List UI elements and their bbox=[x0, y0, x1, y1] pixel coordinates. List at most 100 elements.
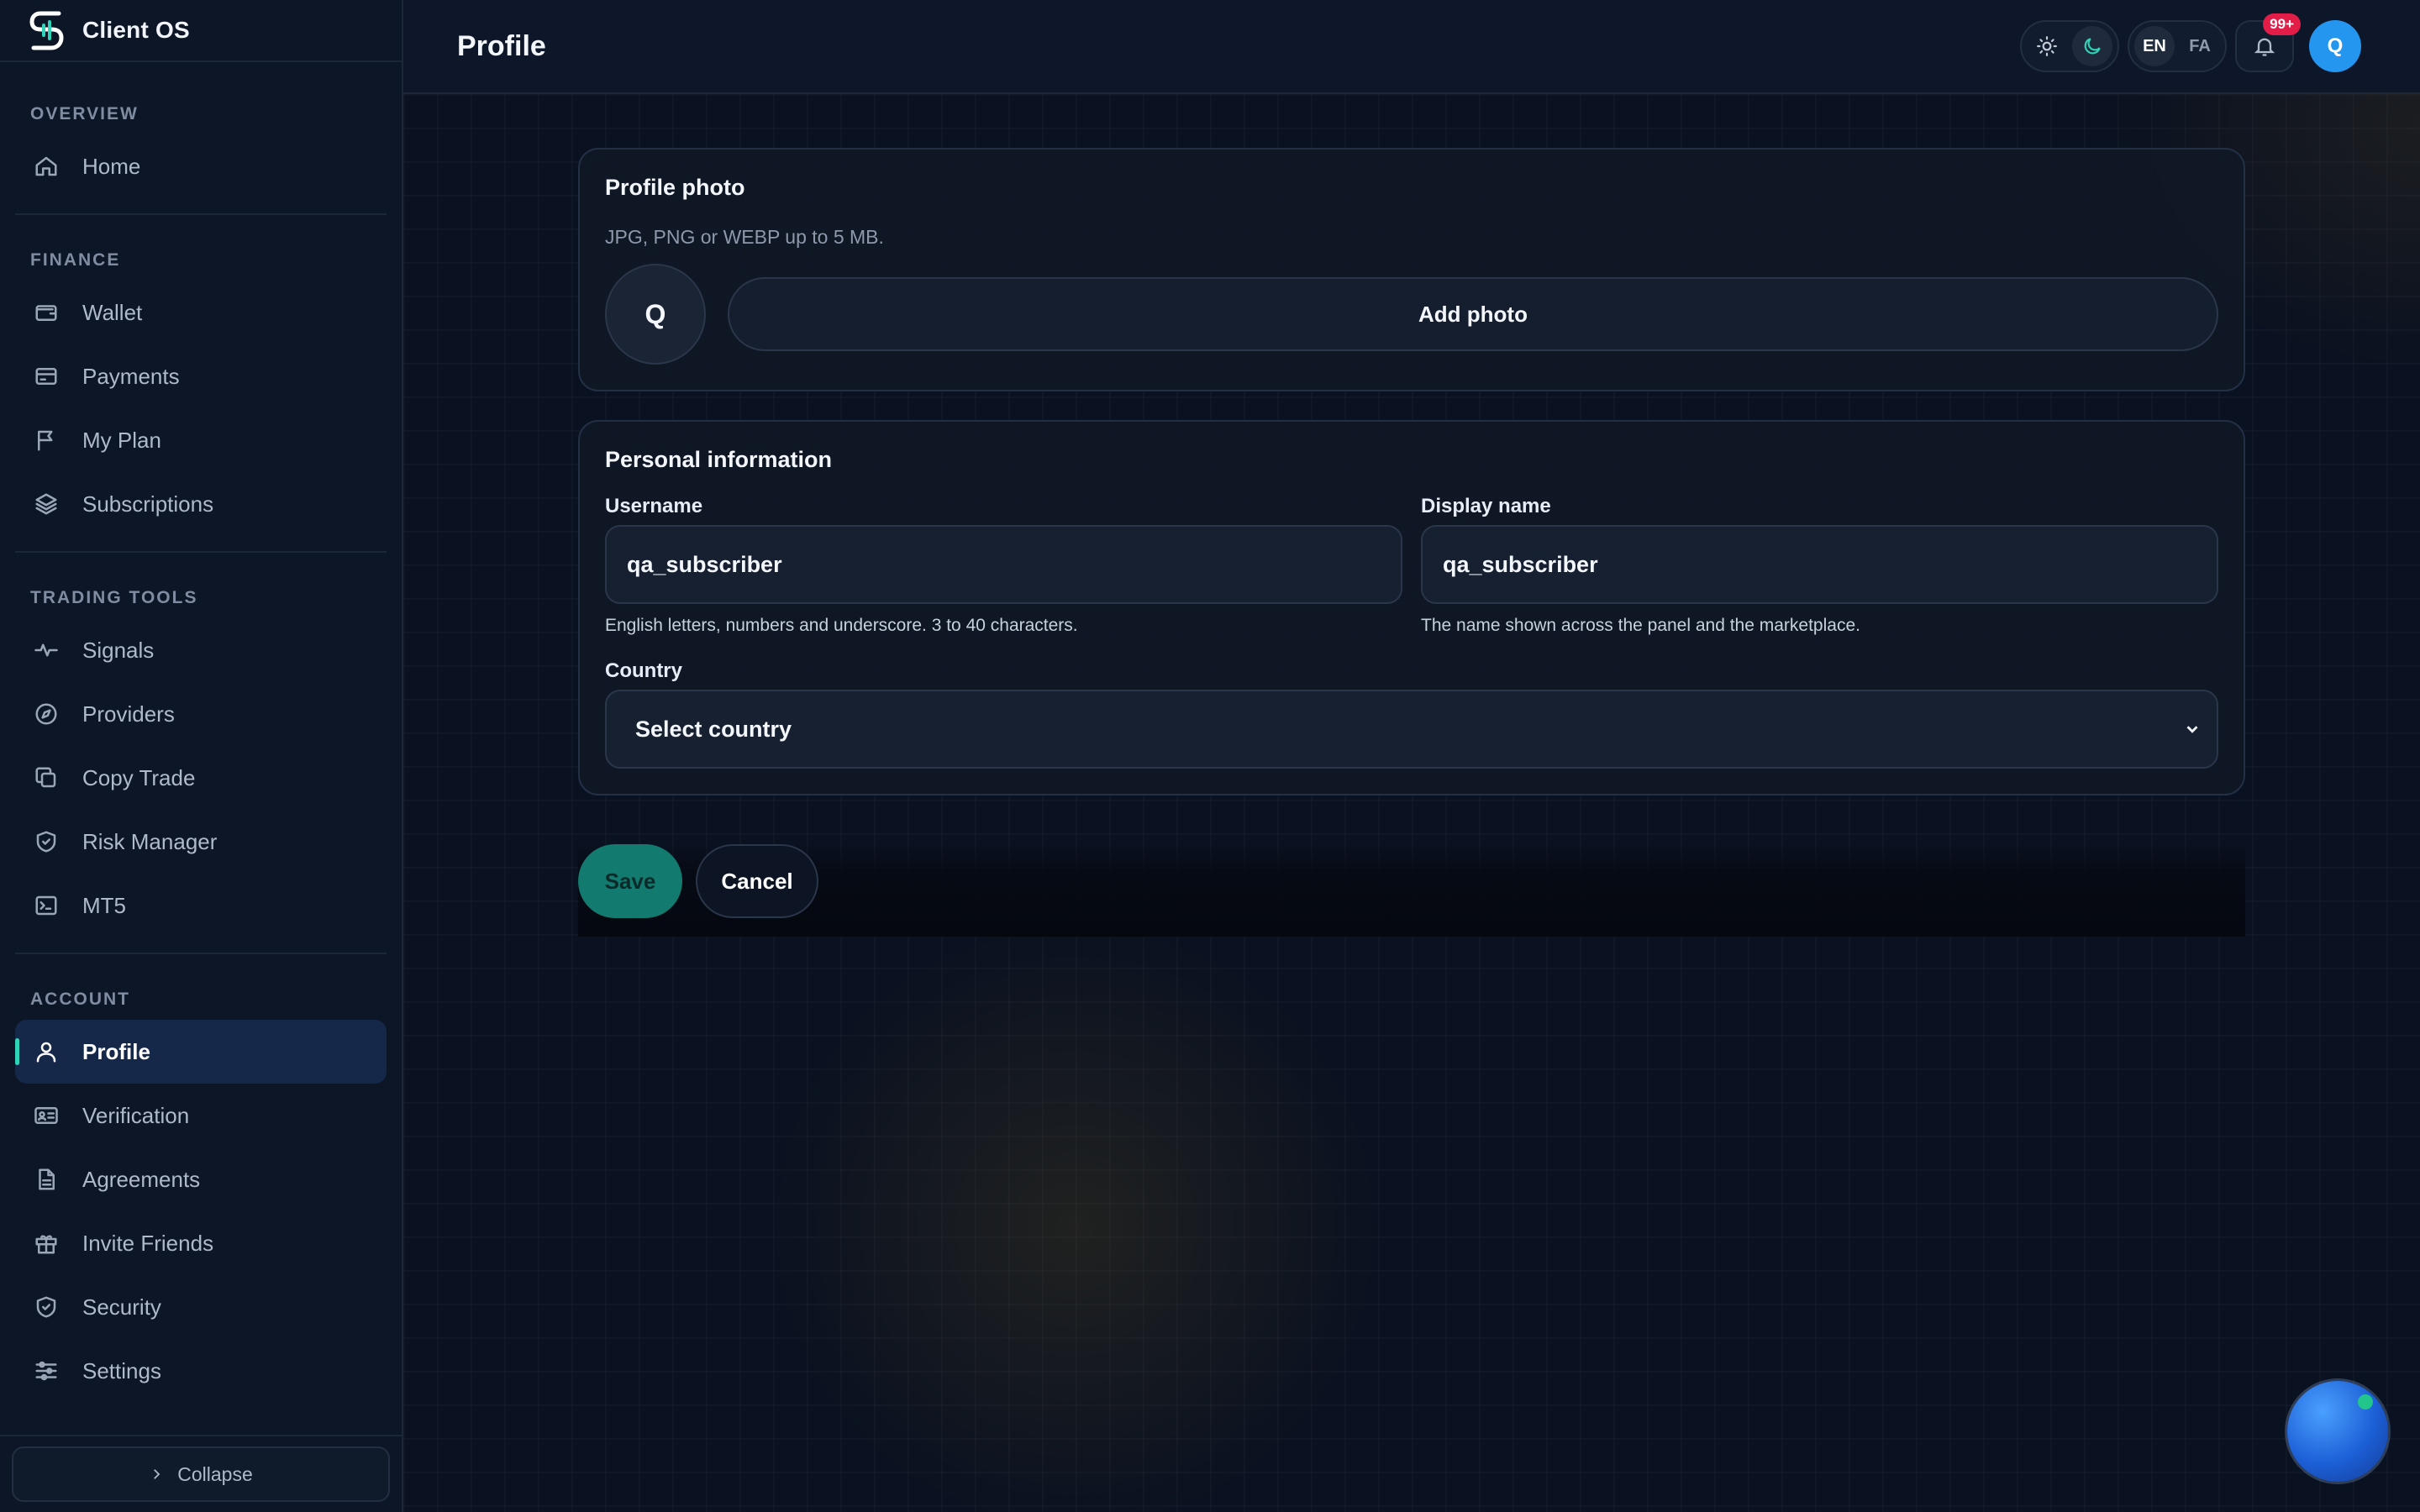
chevron-right-icon bbox=[154, 1469, 160, 1479]
sidebar-item-label: Settings bbox=[82, 1357, 161, 1383]
main-area: Profile EN FA 99+ Q Profile photo JPG, P… bbox=[403, 0, 2420, 1512]
lang-en-button[interactable]: EN bbox=[2134, 26, 2175, 66]
username-field-group: Username qa_subscriber English letters, … bbox=[605, 495, 1402, 636]
personal-info-title: Personal information bbox=[605, 447, 833, 472]
nav-section-account: ACCOUNT Profile Verification Agreements … bbox=[15, 971, 387, 1418]
sidebar-item-label: Profile bbox=[82, 1038, 150, 1064]
topbar: Profile EN FA 99+ Q bbox=[403, 0, 2420, 94]
gift-icon bbox=[32, 1229, 60, 1257]
username-hint: English letters, numbers and underscore.… bbox=[605, 616, 1078, 635]
home-icon bbox=[32, 152, 60, 181]
sidebar-item-label: MT5 bbox=[82, 892, 126, 918]
app-root: Client OS OVERVIEW Home FINANCE Wallet P… bbox=[0, 0, 2420, 1512]
sliders-icon bbox=[32, 1357, 60, 1385]
user-avatar-button[interactable]: Q bbox=[2309, 20, 2361, 72]
compass-icon bbox=[32, 700, 60, 728]
country-select-value: Select country bbox=[635, 716, 792, 742]
brand-logo-icon bbox=[29, 11, 64, 50]
wallet-icon bbox=[32, 298, 60, 327]
sidebar-item-risk-manager[interactable]: Risk Manager bbox=[15, 810, 387, 874]
nav-heading: ACCOUNT bbox=[30, 990, 130, 1009]
form-actions: Save Cancel bbox=[578, 844, 2245, 937]
sidebar-item-security[interactable]: Security bbox=[15, 1275, 387, 1339]
sidebar-item-label: Payments bbox=[82, 363, 180, 389]
profile-photo-subtitle: JPG, PNG or WEBP up to 5 MB. bbox=[605, 226, 884, 248]
collapse-button[interactable]: Collapse bbox=[12, 1446, 390, 1502]
country-select[interactable]: Select country bbox=[605, 690, 2218, 769]
top-actions: EN FA 99+ Q bbox=[2020, 13, 2361, 72]
cancel-button[interactable]: Cancel bbox=[696, 844, 818, 918]
display-name-label: Display name bbox=[1421, 495, 1551, 517]
sidebar-item-label: My Plan bbox=[82, 427, 161, 453]
language-toggle: EN FA bbox=[2128, 20, 2227, 72]
brand-name: Client OS bbox=[82, 17, 190, 43]
sidebar: Client OS OVERVIEW Home FINANCE Wallet P… bbox=[0, 0, 403, 1512]
moon-icon bbox=[2084, 38, 2101, 55]
sidebar-item-label: Risk Manager bbox=[82, 828, 218, 854]
photo-row: Q Add photo bbox=[605, 264, 2218, 365]
avatar: Q bbox=[605, 264, 706, 365]
username-input[interactable]: qa_subscriber bbox=[605, 525, 1402, 604]
sidebar-item-settings[interactable]: Settings bbox=[15, 1339, 387, 1403]
name-fields-row: Username qa_subscriber English letters, … bbox=[605, 495, 2218, 636]
display-name-hint: The name shown across the panel and the … bbox=[1421, 616, 1860, 635]
globe-assistant-button[interactable] bbox=[2287, 1381, 2388, 1482]
credit-card-icon bbox=[32, 362, 60, 391]
nav-section-trading-tools: TRADING TOOLS Signals Providers Copy Tra… bbox=[15, 570, 387, 954]
copy-icon bbox=[32, 764, 60, 792]
sidebar-item-label: Wallet bbox=[82, 299, 143, 325]
sidebar-item-invite-friends[interactable]: Invite Friends bbox=[15, 1211, 387, 1275]
sidebar-nav: OVERVIEW Home FINANCE Wallet Payments My… bbox=[0, 62, 402, 1435]
flag-icon bbox=[32, 426, 60, 454]
user-icon bbox=[32, 1037, 60, 1066]
nav-section-overview: OVERVIEW Home bbox=[15, 86, 387, 215]
theme-toggle bbox=[2020, 20, 2119, 72]
sidebar-item-payments[interactable]: Payments bbox=[15, 344, 387, 408]
sidebar-item-home[interactable]: Home bbox=[15, 134, 387, 198]
nav-heading: OVERVIEW bbox=[30, 104, 139, 123]
terminal-icon bbox=[32, 891, 60, 920]
sidebar-item-label: Security bbox=[82, 1294, 161, 1320]
sidebar-item-label: Subscriptions bbox=[82, 491, 214, 517]
display-name-field-group: Display name qa_subscriber The name show… bbox=[1421, 495, 2218, 636]
sidebar-item-mt5[interactable]: MT5 bbox=[15, 874, 387, 937]
profile-photo-title: Profile photo bbox=[605, 175, 745, 200]
sidebar-item-label: Invite Friends bbox=[82, 1230, 214, 1256]
sidebar-item-copy-trade[interactable]: Copy Trade bbox=[15, 746, 387, 810]
sun-icon bbox=[2037, 36, 2057, 56]
sidebar-item-label: Verification bbox=[82, 1102, 190, 1128]
sidebar-item-label: Providers bbox=[82, 701, 175, 727]
brand[interactable]: Client OS bbox=[0, 0, 402, 62]
display-name-input[interactable]: qa_subscriber bbox=[1421, 525, 2218, 604]
chevron-down-icon bbox=[2186, 726, 2198, 733]
sidebar-item-verification[interactable]: Verification bbox=[15, 1084, 387, 1147]
sidebar-item-providers[interactable]: Providers bbox=[15, 682, 387, 746]
document-icon bbox=[32, 1165, 60, 1194]
save-button[interactable]: Save bbox=[578, 844, 682, 918]
sidebar-item-wallet[interactable]: Wallet bbox=[15, 281, 387, 344]
collapse-area: Collapse bbox=[0, 1435, 402, 1512]
shield-check-icon bbox=[32, 827, 60, 856]
bell-icon bbox=[2254, 38, 2275, 56]
notifications-button[interactable]: 99+ bbox=[2235, 13, 2301, 72]
sidebar-item-label: Home bbox=[82, 153, 141, 179]
sidebar-item-my-plan[interactable]: My Plan bbox=[15, 408, 387, 472]
sidebar-item-profile[interactable]: Profile bbox=[15, 1020, 387, 1084]
nav-heading: FINANCE bbox=[30, 250, 121, 270]
lang-fa-button[interactable]: FA bbox=[2180, 26, 2220, 66]
sidebar-item-label: Agreements bbox=[82, 1166, 201, 1192]
light-theme-button[interactable] bbox=[2027, 26, 2067, 66]
sidebar-item-agreements[interactable]: Agreements bbox=[15, 1147, 387, 1211]
add-photo-button[interactable]: Add photo bbox=[728, 277, 2218, 351]
profile-photo-card: Profile photo JPG, PNG or WEBP up to 5 M… bbox=[578, 148, 2245, 391]
country-field-group: Country Select country bbox=[605, 659, 2218, 769]
dark-theme-button[interactable] bbox=[2072, 26, 2112, 66]
username-label: Username bbox=[605, 495, 703, 517]
activity-icon bbox=[32, 636, 60, 664]
page-title: Profile bbox=[457, 29, 546, 62]
shield-icon bbox=[32, 1293, 60, 1321]
id-card-icon bbox=[32, 1101, 60, 1130]
nav-section-finance: FINANCE Wallet Payments My Plan Subscrip… bbox=[15, 232, 387, 553]
sidebar-item-subscriptions[interactable]: Subscriptions bbox=[15, 472, 387, 536]
sidebar-item-signals[interactable]: Signals bbox=[15, 618, 387, 682]
